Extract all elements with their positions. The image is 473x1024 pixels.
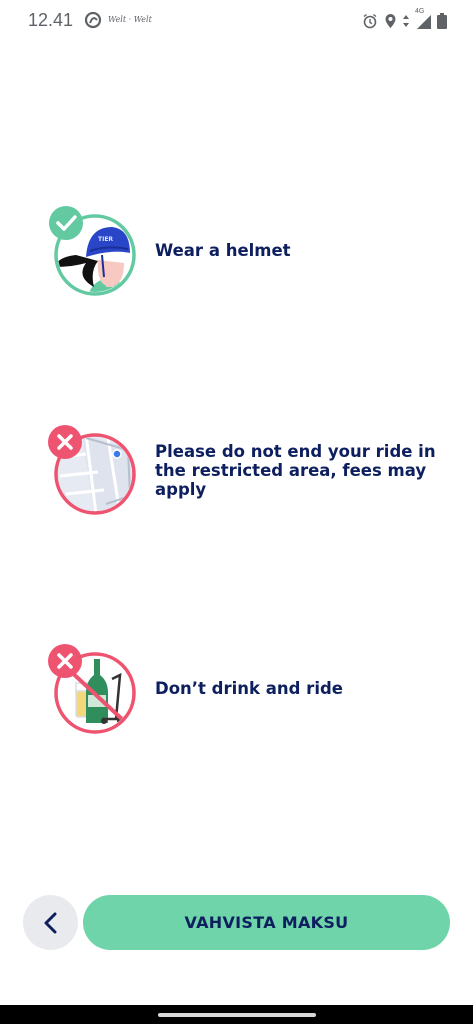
battery-icon bbox=[437, 13, 447, 29]
system-navigation-bar bbox=[0, 1005, 473, 1024]
data-arrows-icon bbox=[403, 15, 409, 27]
status-apps-text: Welt · Welt bbox=[108, 15, 152, 24]
app-notification-icon bbox=[84, 11, 102, 29]
home-indicator[interactable] bbox=[158, 1013, 316, 1017]
location-icon bbox=[385, 14, 396, 28]
rule-item-restricted-area: Please do not end your ride in the restr… bbox=[46, 424, 446, 516]
no-drinking-icon bbox=[48, 644, 136, 734]
confirm-payment-button[interactable]: VAHVISTA MAKSU bbox=[83, 895, 450, 950]
alarm-icon bbox=[363, 13, 377, 29]
rule-item-no-drinking: Don’t drink and ride bbox=[46, 643, 446, 735]
helmet-illustration-icon: TIER bbox=[49, 206, 136, 296]
status-icons: 4G bbox=[362, 8, 447, 31]
rule-text: Please do not end your ride in the restr… bbox=[155, 442, 436, 499]
rule-item-helmet: TIER Wear a helmet bbox=[46, 205, 446, 297]
chevron-left-icon bbox=[44, 912, 56, 933]
back-button[interactable] bbox=[23, 895, 78, 950]
status-time: 12.41 bbox=[28, 10, 74, 30]
bottom-action-bar: VAHVISTA MAKSU bbox=[0, 880, 473, 980]
rule-text: Don’t drink and ride bbox=[155, 679, 343, 698]
signal-4g-icon: 4G bbox=[415, 8, 431, 29]
rule-text: Wear a helmet bbox=[155, 241, 291, 260]
restricted-area-map-icon bbox=[48, 425, 136, 515]
svg-text:TIER: TIER bbox=[98, 236, 113, 243]
status-bar: 12.41 Welt · Welt 4G bbox=[0, 0, 473, 42]
